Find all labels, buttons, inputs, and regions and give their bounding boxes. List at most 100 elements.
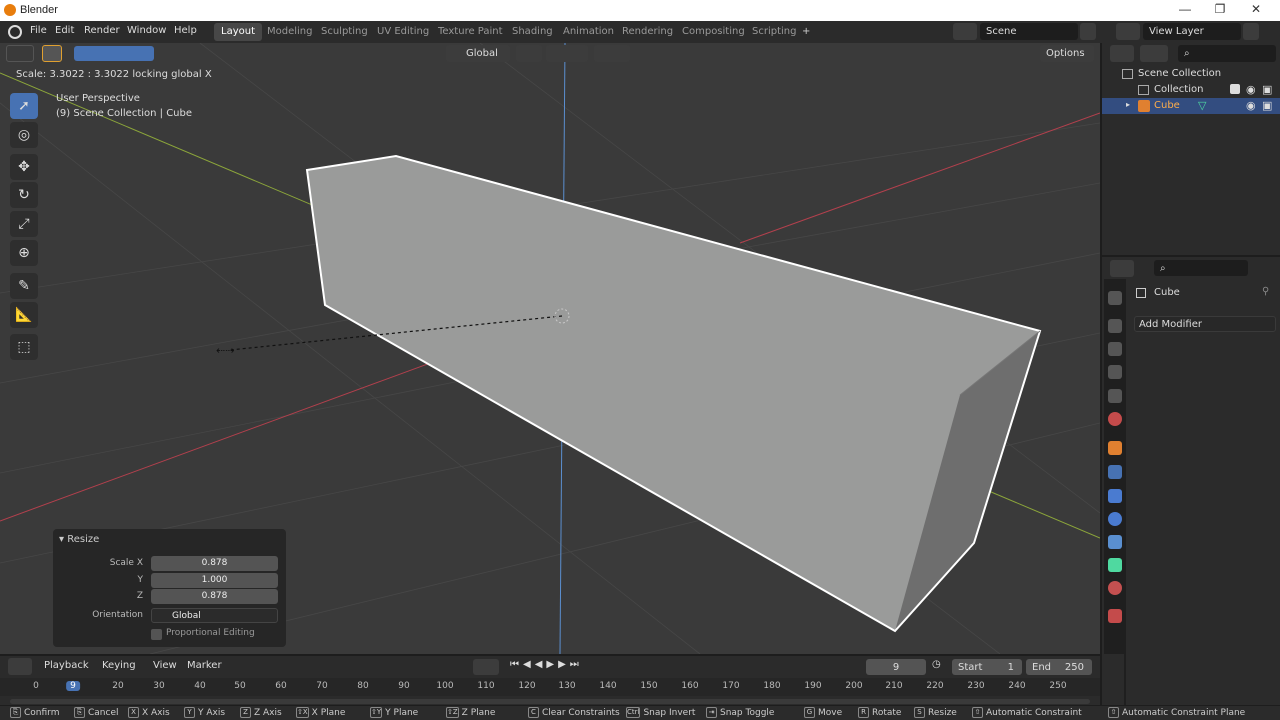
- move-tool[interactable]: ✥: [10, 154, 38, 180]
- view-layer-field[interactable]: View Layer: [1143, 23, 1241, 40]
- menu-file[interactable]: File: [30, 25, 47, 36]
- camera-icon[interactable]: ▣: [1262, 99, 1272, 112]
- scale-y-field[interactable]: 1.000: [151, 573, 278, 588]
- menu-view[interactable]: View: [153, 660, 177, 671]
- end-frame-field[interactable]: End 250: [1026, 659, 1092, 675]
- close-button[interactable]: ✕: [1241, 2, 1271, 19]
- menu-playback[interactable]: Playback: [44, 660, 89, 671]
- particles-tab-icon[interactable]: [1108, 489, 1122, 503]
- current-frame-field[interactable]: 9: [866, 659, 926, 675]
- measure-tool[interactable]: 📐: [10, 302, 38, 328]
- rotate-tool[interactable]: ↻: [10, 182, 38, 208]
- options-dropdown[interactable]: Options: [1040, 45, 1094, 62]
- object-tab-icon[interactable]: [1108, 441, 1122, 455]
- new-scene-icon[interactable]: [1080, 23, 1096, 40]
- tab-rendering[interactable]: Rendering: [615, 23, 680, 41]
- orientation-dropdown[interactable]: Global: [151, 608, 278, 623]
- proportional-editing-checkbox[interactable]: [151, 629, 162, 640]
- status-move: G Move: [804, 707, 842, 718]
- pivot-point-icon[interactable]: [516, 45, 542, 62]
- select-mode-icon[interactable]: [42, 45, 62, 62]
- 3d-viewport[interactable]: ⇠⇢ Global Options Scale: 3.3022 : 3.3022…: [0, 43, 1100, 654]
- menu-render[interactable]: Render: [84, 25, 120, 36]
- tab-layout[interactable]: Layout: [214, 23, 262, 41]
- proportional-editing-icon[interactable]: [594, 45, 630, 62]
- maximize-button[interactable]: ❐: [1205, 2, 1235, 19]
- output-tab-icon[interactable]: [1108, 342, 1122, 356]
- scale-tool[interactable]: ⤢: [10, 211, 38, 237]
- tab-compositing[interactable]: Compositing: [675, 23, 752, 41]
- menu-help[interactable]: Help: [174, 25, 197, 36]
- frame-tick: 30: [153, 681, 165, 691]
- frame-ruler[interactable]: 0 9 20 30 40 50 60 70 80 90 100 110 120 …: [0, 678, 1100, 696]
- timeline-scrollbar[interactable]: [10, 699, 1090, 704]
- eye-icon[interactable]: ◉: [1246, 99, 1256, 112]
- resize-panel-header[interactable]: ▾ Resize: [59, 534, 99, 545]
- expand-arrow-icon[interactable]: ▸: [1126, 100, 1130, 109]
- properties-panel: ⌕ Cube ⚲ Add Modifier: [1100, 255, 1280, 707]
- tab-modeling[interactable]: Modeling: [260, 23, 320, 41]
- scale-z-field[interactable]: 0.878: [151, 589, 278, 604]
- tool-tab-icon[interactable]: [1108, 291, 1122, 305]
- clock-icon[interactable]: ◷: [932, 659, 941, 670]
- scale-cursor-icon: ⇠⇢: [216, 344, 234, 357]
- view-layer-tab-icon[interactable]: [1108, 365, 1122, 379]
- menu-window[interactable]: Window: [127, 25, 166, 36]
- new-view-layer-icon[interactable]: [1243, 23, 1259, 40]
- add-workspace-button[interactable]: +: [795, 23, 817, 41]
- timeline-editor-type-icon[interactable]: [8, 658, 32, 675]
- eye-icon[interactable]: ◉: [1246, 83, 1256, 96]
- auto-keying-icon[interactable]: [473, 659, 499, 675]
- material-tab-icon[interactable]: [1108, 581, 1122, 595]
- physics-tab-icon[interactable]: [1108, 512, 1122, 526]
- tab-animation[interactable]: Animation: [556, 23, 621, 41]
- scale-x-field[interactable]: 0.878: [151, 556, 278, 571]
- annotate-tool[interactable]: ✎: [10, 273, 38, 299]
- snap-icon[interactable]: [546, 45, 588, 62]
- properties-editor-type-icon[interactable]: [1110, 260, 1134, 277]
- scene-selector-icon[interactable]: [953, 23, 977, 40]
- outliner-row-collection[interactable]: Collection ◉ ▣: [1102, 82, 1280, 98]
- outliner-search-input[interactable]: ⌕: [1178, 45, 1276, 62]
- add-modifier-dropdown[interactable]: Add Modifier: [1134, 316, 1276, 332]
- outliner-row-scene-collection[interactable]: Scene Collection: [1102, 66, 1280, 82]
- playback-controls[interactable]: ⏮◀◀▶▶⏭: [510, 659, 610, 675]
- tab-uv-editing[interactable]: UV Editing: [370, 23, 436, 41]
- scene-name-field[interactable]: Scene: [980, 23, 1078, 40]
- menu-marker[interactable]: Marker: [187, 660, 222, 671]
- tab-texture-paint[interactable]: Texture Paint: [431, 23, 510, 41]
- constraints-tab-icon[interactable]: [1108, 535, 1122, 549]
- modifier-tab-icon[interactable]: [1108, 465, 1122, 479]
- outliner-row-cube[interactable]: ▸ Cube ▽ ◉ ▣: [1102, 98, 1280, 114]
- scene-tab-icon[interactable]: [1108, 389, 1122, 403]
- playhead-frame[interactable]: 9: [66, 681, 80, 691]
- resize-panel-title: Resize: [67, 534, 100, 545]
- outliner-editor-type-icon[interactable]: [1110, 45, 1134, 62]
- cursor-tool[interactable]: ◎: [10, 122, 38, 148]
- texture-tab-icon[interactable]: [1108, 609, 1122, 623]
- camera-icon[interactable]: ▣: [1262, 83, 1272, 96]
- start-frame-field[interactable]: Start 1: [952, 659, 1022, 675]
- pin-icon[interactable]: ⚲: [1262, 286, 1269, 297]
- properties-search-input[interactable]: ⌕: [1154, 260, 1248, 276]
- transform-tool[interactable]: ⊕: [10, 240, 38, 266]
- resize-operator-panel: ▾ Resize Scale X 0.878 Y 1.000 Z 0.878 O…: [53, 529, 286, 647]
- editor-type-icon[interactable]: [6, 45, 34, 62]
- menu-edit[interactable]: Edit: [55, 25, 74, 36]
- tab-shading[interactable]: Shading: [505, 23, 560, 41]
- data-tab-icon[interactable]: [1108, 558, 1122, 572]
- add-cube-tool[interactable]: ⬚: [10, 334, 38, 360]
- menu-keying[interactable]: Keying: [102, 660, 136, 671]
- world-tab-icon[interactable]: [1108, 412, 1122, 426]
- minimize-button[interactable]: —: [1170, 2, 1200, 19]
- include-checkbox-icon[interactable]: [1230, 84, 1240, 94]
- display-mode-icon[interactable]: [1140, 45, 1168, 62]
- select-box-tool[interactable]: ➚: [10, 93, 38, 119]
- tab-sculpting[interactable]: Sculpting: [314, 23, 375, 41]
- render-tab-icon[interactable]: [1108, 319, 1122, 333]
- blender-menu-icon[interactable]: [8, 25, 22, 39]
- selection-mode-buttons[interactable]: [74, 46, 154, 61]
- window-title: Blender: [20, 4, 58, 16]
- view-layer-selector-icon[interactable]: [1116, 23, 1140, 40]
- transform-orientation-dropdown[interactable]: Global: [446, 45, 510, 62]
